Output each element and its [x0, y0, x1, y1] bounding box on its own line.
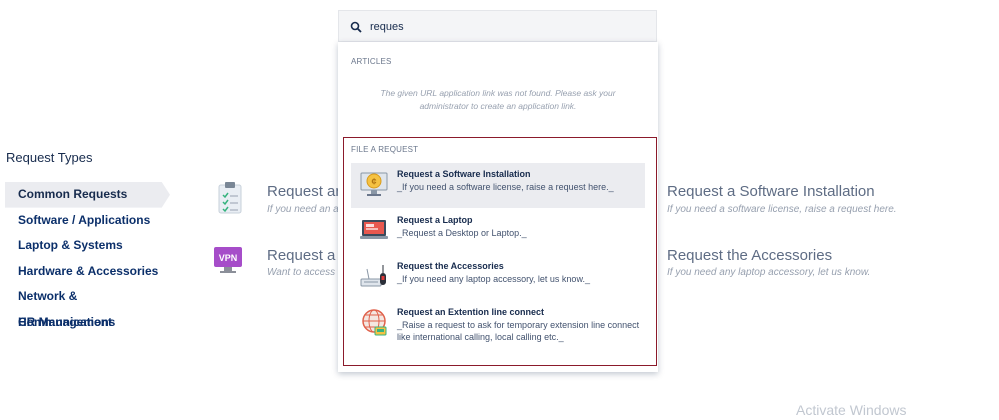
- card-desc: If you need an atte: [267, 204, 338, 215]
- result-software-installation[interactable]: ¢ Request a Software Installation _If yo…: [351, 163, 645, 208]
- svg-text:VPN: VPN: [219, 253, 238, 263]
- articles-message: The given URL application link was not f…: [380, 88, 616, 111]
- request-type-software-applications[interactable]: Software / Applications: [5, 208, 170, 234]
- search-input[interactable]: [370, 17, 640, 37]
- request-type-hr-management[interactable]: HR Management: [5, 310, 170, 336]
- search-icon: [350, 21, 362, 33]
- svg-text:¢: ¢: [371, 177, 376, 187]
- vpn-icon: VPN: [214, 247, 242, 280]
- result-title: Request an Extention line connect: [397, 307, 545, 317]
- windows-activation-watermark: Activate Windows: [762, 402, 906, 420]
- search-box: [338, 10, 657, 42]
- monitor-coin-icon: ¢: [360, 172, 388, 196]
- result-desc: _Raise a request to ask for temporary ex…: [397, 320, 640, 342]
- file-request-label: FILE A REQUEST: [351, 145, 419, 154]
- result-desc: _Request a Desktop or Laptop._: [397, 228, 527, 238]
- result-desc: _If you need a software license, raise a…: [397, 182, 614, 192]
- result-title: Request a Software Installation: [397, 169, 531, 179]
- result-title: Request a Laptop: [397, 215, 473, 225]
- globe-phone-icon: [362, 309, 387, 336]
- request-type-hardware-accessories[interactable]: Hardware & Accessories: [5, 259, 170, 285]
- request-types-list: Common Requests Software / Applications …: [5, 182, 170, 336]
- card-title[interactable]: Request a Software Installation: [667, 183, 875, 200]
- result-extension-line[interactable]: Request an Extention line connect _Raise…: [351, 301, 645, 351]
- result-title: Request the Accessories: [397, 261, 504, 271]
- card-desc: If you need a software license, raise a …: [667, 204, 897, 215]
- result-desc: _If you need any laptop accessory, let u…: [397, 274, 590, 284]
- result-laptop[interactable]: Request a Laptop _Request a Desktop or L…: [351, 209, 645, 254]
- card-title[interactable]: Request an At: [267, 183, 338, 200]
- articles-label: ARTICLES: [351, 57, 392, 66]
- keyboard-mouse-icon: [360, 265, 386, 287]
- request-type-network-communications[interactable]: Network & Communications: [5, 284, 170, 329]
- clipboard-icon: [216, 181, 244, 220]
- card-title[interactable]: Request a VPN: [267, 247, 338, 264]
- request-type-laptop-systems[interactable]: Laptop & Systems: [5, 233, 170, 259]
- card-title[interactable]: Request the Accessories: [667, 247, 832, 264]
- laptop-icon: [360, 220, 388, 239]
- result-accessories[interactable]: Request the Accessories _If you need any…: [351, 255, 645, 300]
- request-types-title: Request Types: [6, 150, 93, 165]
- card-desc: If you need any laptop accessory, let us…: [667, 267, 871, 278]
- request-type-common-requests[interactable]: Common Requests: [5, 182, 170, 208]
- watermark-text: Activate Windows: [796, 402, 907, 418]
- card-desc: Want to access wo: [267, 267, 338, 278]
